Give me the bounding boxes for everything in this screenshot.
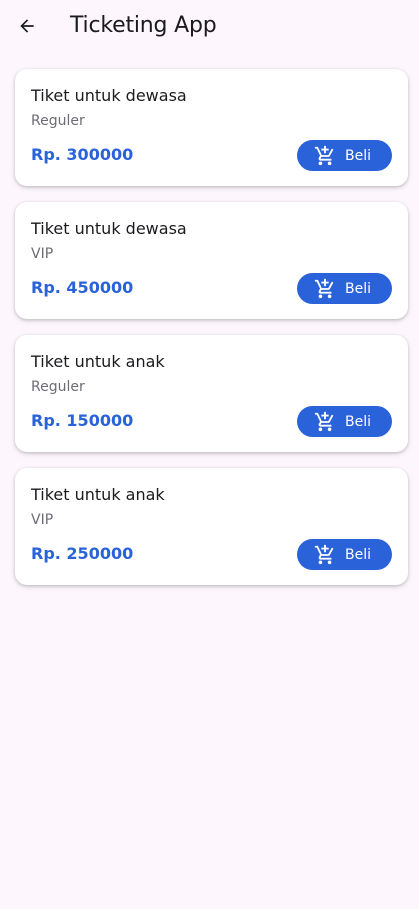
ticket-title: Tiket untuk dewasa [31,219,187,238]
ticket-type: VIP [31,512,54,528]
buy-button[interactable]: Beli [297,273,392,304]
add-to-cart-icon [314,145,336,167]
ticket-type: Reguler [31,379,85,395]
add-to-cart-icon [314,411,336,433]
ticket-title: Tiket untuk anak [31,485,165,504]
buy-button-label: Beli [345,147,371,164]
ticket-type: Reguler [31,113,85,129]
add-to-cart-icon [314,278,336,300]
ticket-title: Tiket untuk dewasa [31,86,187,105]
ticket-card: Tiket untuk anak VIP Rp. 250000 Beli [15,468,408,585]
buy-button-label: Beli [345,280,371,297]
ticket-card: Tiket untuk dewasa Reguler Rp. 300000 Be… [15,69,408,186]
page-title: Ticketing App [70,13,217,38]
app-bar: Ticketing App [0,0,419,52]
ticket-price: Rp. 150000 [31,411,134,430]
buy-button-label: Beli [345,546,371,563]
buy-button-label: Beli [345,413,371,430]
buy-button[interactable]: Beli [297,140,392,171]
ticket-price: Rp. 250000 [31,544,134,563]
arrow-back-icon [20,19,34,33]
buy-button[interactable]: Beli [297,406,392,437]
add-to-cart-icon [314,544,336,566]
ticket-type: VIP [31,246,54,262]
ticket-price: Rp. 450000 [31,278,134,297]
ticket-title: Tiket untuk anak [31,352,165,371]
buy-button[interactable]: Beli [297,539,392,570]
ticket-list: Tiket untuk dewasa Reguler Rp. 300000 Be… [15,69,408,601]
ticket-card: Tiket untuk anak Reguler Rp. 150000 Beli [15,335,408,452]
ticket-card: Tiket untuk dewasa VIP Rp. 450000 Beli [15,202,408,319]
back-button[interactable] [12,11,42,41]
ticket-price: Rp. 300000 [31,145,134,164]
